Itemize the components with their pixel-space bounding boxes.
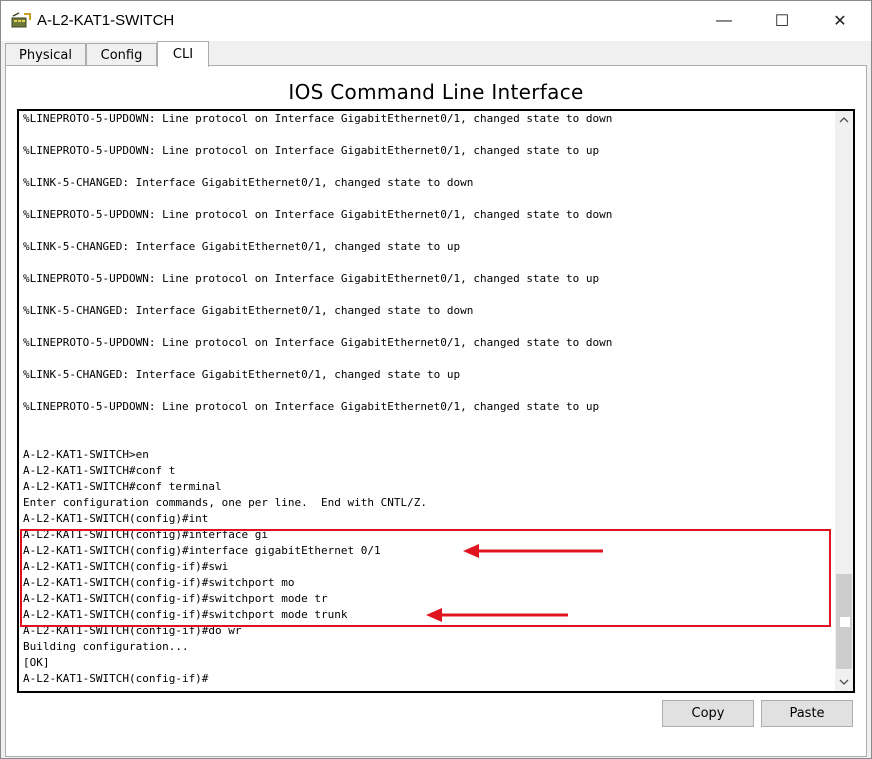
console-line: %LINEPROTO-5-UPDOWN: Line protocol on In… (23, 336, 613, 349)
scroll-down-button[interactable] (835, 673, 853, 691)
maximize-icon: ☐ (774, 13, 790, 30)
minimize-button[interactable]: — (695, 1, 753, 41)
console-line: A-L2-KAT1-SWITCH#conf t (23, 464, 176, 477)
close-icon: ✕ (833, 13, 847, 30)
console-line: A-L2-KAT1-SWITCH#conf terminal (23, 480, 222, 493)
console-line: A-L2-KAT1-SWITCH(config-if)#switchport m… (23, 576, 295, 589)
console-line: %LINEPROTO-5-UPDOWN: Line protocol on In… (23, 272, 600, 285)
scroll-thumb[interactable] (836, 574, 852, 669)
console-line: A-L2-KAT1-SWITCH(config)#int (23, 512, 209, 525)
console-line: %LINK-5-CHANGED: Interface GigabitEthern… (23, 368, 461, 381)
tab-bar: Physical Config CLI (1, 41, 871, 67)
console-line: %LINK-5-CHANGED: Interface GigabitEthern… (23, 176, 474, 189)
cli-panel: IOS Command Line Interface %LINEPROTO-5-… (5, 65, 867, 757)
scroll-thumb-grip (839, 616, 851, 628)
console-line: A-L2-KAT1-SWITCH(config-if)# (23, 672, 209, 685)
console-line: %LINEPROTO-5-UPDOWN: Line protocol on In… (23, 208, 613, 221)
console-line: Enter configuration commands, one per li… (23, 496, 427, 509)
console-line: A-L2-KAT1-SWITCH(config-if)#switchport m… (23, 608, 348, 621)
cli-console[interactable]: %LINEPROTO-5-UPDOWN: Line protocol on In… (17, 109, 855, 693)
console-scrollbar[interactable] (835, 111, 853, 691)
panel-title: IOS Command Line Interface (288, 80, 584, 104)
switch-app-icon (11, 12, 31, 28)
title-bar: A-L2-KAT1-SWITCH — ☐ ✕ (1, 1, 871, 41)
chevron-up-icon (839, 117, 849, 123)
tab-cli[interactable]: CLI (157, 41, 209, 67)
console-line: A-L2-KAT1-SWITCH>en (23, 448, 149, 461)
console-line: %LINK-5-CHANGED: Interface GigabitEthern… (23, 240, 461, 253)
tab-physical[interactable]: Physical (5, 43, 86, 66)
console-line: A-L2-KAT1-SWITCH(config-if)#do wr (23, 624, 242, 637)
chevron-down-icon (839, 679, 849, 685)
console-line: %LINEPROTO-5-UPDOWN: Line protocol on In… (23, 112, 613, 125)
console-line: A-L2-KAT1-SWITCH(config)#interface gi (23, 528, 269, 541)
window-title: A-L2-KAT1-SWITCH (37, 12, 175, 29)
console-line: A-L2-KAT1-SWITCH(config)#interface gigab… (23, 544, 381, 557)
console-line: Building configuration... (23, 640, 189, 653)
console-line: %LINK-5-CHANGED: Interface GigabitEthern… (23, 304, 474, 317)
console-line: %LINEPROTO-5-UPDOWN: Line protocol on In… (23, 144, 600, 157)
copy-button[interactable]: Copy (662, 700, 754, 727)
paste-button[interactable]: Paste (761, 700, 853, 727)
tab-config[interactable]: Config (86, 43, 157, 66)
console-line: A-L2-KAT1-SWITCH(config-if)#switchport m… (23, 592, 328, 605)
console-line: A-L2-KAT1-SWITCH(config-if)#swi (23, 560, 229, 573)
close-button[interactable]: ✕ (811, 1, 869, 41)
cli-window: A-L2-KAT1-SWITCH — ☐ ✕ Physical Config C… (0, 0, 872, 759)
minimize-icon: — (716, 12, 732, 29)
console-output[interactable]: %LINEPROTO-5-UPDOWN: Line protocol on In… (23, 111, 831, 691)
console-line: %LINEPROTO-5-UPDOWN: Line protocol on In… (23, 400, 600, 413)
console-line: [OK] (23, 656, 50, 669)
scroll-up-button[interactable] (835, 111, 853, 129)
maximize-button[interactable]: ☐ (753, 1, 811, 41)
